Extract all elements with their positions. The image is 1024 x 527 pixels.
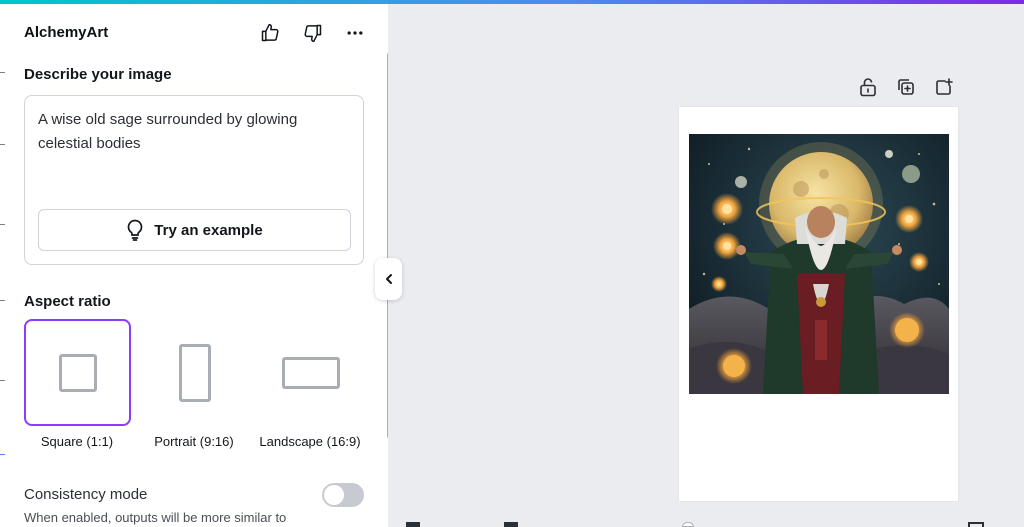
- prompt-textarea[interactable]: A wise old sage surrounded by glowing ce…: [24, 95, 364, 265]
- add-page-button[interactable]: [934, 77, 954, 97]
- try-example-button[interactable]: Try an example: [38, 209, 351, 251]
- describe-title: Describe your image: [24, 66, 172, 83]
- dislike-button[interactable]: [301, 21, 325, 45]
- strip-mark: [0, 380, 5, 381]
- consistency-mode-title: Consistency mode: [24, 486, 148, 503]
- more-horizontal-icon: [347, 31, 363, 35]
- app-title: AlchemyArt: [24, 24, 109, 41]
- design-page[interactable]: [679, 107, 958, 501]
- editor-bottom-bar: [390, 516, 1024, 527]
- app-panel: AlchemyArt Describe your image A wise ol…: [6, 4, 388, 527]
- portrait-ratio-icon: [178, 343, 211, 402]
- strip-mark: [0, 454, 5, 455]
- chevron-left-icon: [385, 274, 392, 284]
- lightbulb-icon: [127, 219, 143, 241]
- strip-mark: [0, 72, 5, 73]
- landscape-ratio-icon: [281, 356, 340, 389]
- panel-scrollbar[interactable]: [387, 52, 388, 439]
- collapse-panel-button[interactable]: [375, 258, 402, 300]
- strip-mark: [0, 224, 5, 225]
- ratio-portrait-label: Portrait (9:16): [154, 434, 234, 449]
- ratio-square-option[interactable]: [24, 319, 131, 426]
- try-example-label: Try an example: [154, 221, 263, 239]
- lock-page-button[interactable]: [858, 77, 878, 97]
- timer-icon[interactable]: [504, 522, 518, 527]
- add-page-icon: [936, 78, 953, 95]
- aspect-ratio-title: Aspect ratio: [24, 293, 111, 310]
- thumbs-up-icon: [261, 23, 279, 42]
- ratio-square-label: Square (1:1): [40, 434, 114, 449]
- ratio-landscape-label: Landscape (16:9): [259, 434, 361, 449]
- square-ratio-icon: [58, 353, 97, 392]
- duplicate-page-button[interactable]: [896, 77, 916, 97]
- notes-icon[interactable]: [406, 522, 420, 527]
- like-button[interactable]: [258, 21, 282, 45]
- ratio-landscape-option[interactable]: [257, 319, 364, 426]
- prompt-text[interactable]: A wise old sage surrounded by glowing ce…: [38, 108, 338, 156]
- generated-image[interactable]: [689, 134, 949, 394]
- zoom-slider-thumb[interactable]: [682, 522, 694, 527]
- consistency-mode-toggle[interactable]: [322, 483, 364, 507]
- pages-view-icon[interactable]: [968, 522, 984, 527]
- duplicate-page-icon: [898, 79, 914, 95]
- more-options-button[interactable]: [343, 21, 367, 45]
- strip-mark: [0, 300, 5, 301]
- thumbs-down-icon: [304, 24, 322, 43]
- unlock-icon: [860, 78, 876, 97]
- strip-mark: [0, 144, 5, 145]
- consistency-mode-description: When enabled, outputs will be more simil…: [24, 510, 287, 525]
- ratio-portrait-option[interactable]: [141, 319, 248, 426]
